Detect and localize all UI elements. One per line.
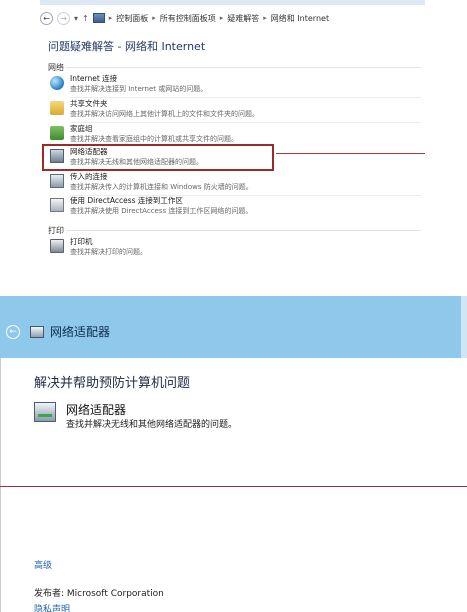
- troubleshooter-directaccess[interactable]: 使用 DirectAccess 连接到工作区 查找并解决使用 DirectAcc…: [50, 196, 422, 220]
- item-name: 家庭组: [70, 124, 93, 133]
- breadcrumb-item[interactable]: 网络和 Internet: [271, 13, 329, 24]
- item-description: 查找并解决访问网络上其他计算机上的文件和文件夹的问题。: [70, 110, 259, 118]
- troubleshooter-internet-connection[interactable]: Internet 连接 查找并解决连接到 Internet 或网站的问题。: [50, 74, 422, 98]
- item-name: 共享文件夹: [70, 99, 108, 108]
- troubleshooter-description: 查找并解决无线和其他网络适配器的问题。: [66, 420, 238, 430]
- globe-icon: [50, 76, 64, 90]
- item-description: 查找并解决使用 DirectAccess 连接到工作区网络的问题。: [70, 207, 253, 215]
- item-name: 使用 DirectAccess 连接到工作区: [70, 196, 183, 205]
- troubleshooter-incoming-connections[interactable]: 传入的连接 查找并解决传入的计算机连接和 Windows 防火墙的问题。: [50, 172, 422, 196]
- troubleshooter-shared-folders[interactable]: 共享文件夹 查找并解决访问网络上其他计算机上的文件和文件夹的问题。: [50, 99, 422, 123]
- item-divider: [70, 122, 421, 123]
- recent-pages-chevron-icon[interactable]: ▾: [74, 14, 78, 23]
- network-adapter-icon: [34, 402, 56, 422]
- forward-arrow-icon[interactable]: →: [57, 11, 70, 25]
- breadcrumb-item[interactable]: 控制面板: [116, 13, 148, 24]
- troubleshooter-name: 网络适配器: [66, 403, 127, 417]
- page-title: 问题疑难解答 - 网络和 Internet: [48, 40, 206, 53]
- folder-icon: [50, 101, 64, 115]
- breadcrumb-chevron-icon: ▸: [108, 14, 113, 22]
- incoming-connection-icon: [50, 174, 64, 188]
- network-adapter-icon: [30, 326, 44, 338]
- publisher-text: 发布者: Microsoft Corporation: [34, 589, 164, 599]
- section-divider: [66, 67, 421, 68]
- section-label-network: 网络: [48, 63, 64, 72]
- title-bar-accent: [461, 296, 467, 358]
- privacy-statement-link[interactable]: 隐私声明: [34, 602, 70, 612]
- section-label-printing: 打印: [48, 226, 64, 235]
- troubleshooter-printer[interactable]: 打印机 查找并解决打印的问题。: [50, 237, 422, 261]
- item-description: 查找并解决打印的问题。: [70, 248, 147, 256]
- control-panel-window: ← → ▾ ↑ ▸ 控制面板 ▸ 所有控制面板项 ▸ 疑难解答 ▸ 网络和 In…: [40, 0, 425, 270]
- back-arrow-icon[interactable]: ←: [6, 325, 20, 339]
- separator-line: [0, 486, 467, 487]
- breadcrumb-item[interactable]: 疑难解答: [227, 13, 259, 24]
- section-divider: [66, 230, 421, 231]
- breadcrumb: 控制面板 ▸ 所有控制面板项 ▸ 疑难解答 ▸ 网络和 Internet: [116, 13, 329, 24]
- page-heading: 解决并帮助预防计算机问题: [34, 376, 191, 391]
- breadcrumb-chevron-icon: ▸: [219, 14, 224, 22]
- window-title: 网络适配器: [50, 325, 111, 339]
- advanced-link[interactable]: 高级: [34, 558, 52, 571]
- item-name: 打印机: [70, 237, 93, 246]
- item-description: 查找并解决连接到 Internet 或网站的问题。: [70, 85, 208, 93]
- directaccess-icon: [50, 198, 64, 212]
- window-top-band: [40, 0, 425, 5]
- highlight-box: [42, 144, 274, 171]
- control-panel-icon: [92, 13, 105, 23]
- item-divider: [70, 97, 421, 98]
- item-description: 查找并解决传入的计算机连接和 Windows 防火墙的问题。: [70, 183, 253, 191]
- up-arrow-icon[interactable]: ↑: [82, 14, 89, 23]
- printer-icon: [50, 239, 64, 253]
- homegroup-icon: [50, 126, 64, 140]
- item-name: 传入的连接: [70, 172, 108, 181]
- title-bar: ← 网络适配器: [0, 296, 467, 358]
- item-name: Internet 连接: [70, 74, 118, 83]
- breadcrumb-chevron-icon: ▸: [263, 14, 267, 22]
- address-bar: ← → ▾ ↑ ▸ 控制面板 ▸ 所有控制面板项 ▸ 疑难解答 ▸ 网络和 In…: [40, 8, 425, 28]
- back-arrow-icon[interactable]: ←: [40, 11, 53, 25]
- breadcrumb-item[interactable]: 所有控制面板项: [160, 13, 216, 24]
- troubleshooter-window: ← 网络适配器 解决并帮助预防计算机问题 网络适配器 查找并解决无线和其他网络适…: [0, 296, 467, 612]
- item-description: 查找并解决查看家庭组中的计算机或共享文件的问题。: [70, 135, 238, 143]
- breadcrumb-chevron-icon: ▸: [152, 14, 156, 22]
- highlight-line: [276, 153, 425, 154]
- window-border: [0, 358, 1, 612]
